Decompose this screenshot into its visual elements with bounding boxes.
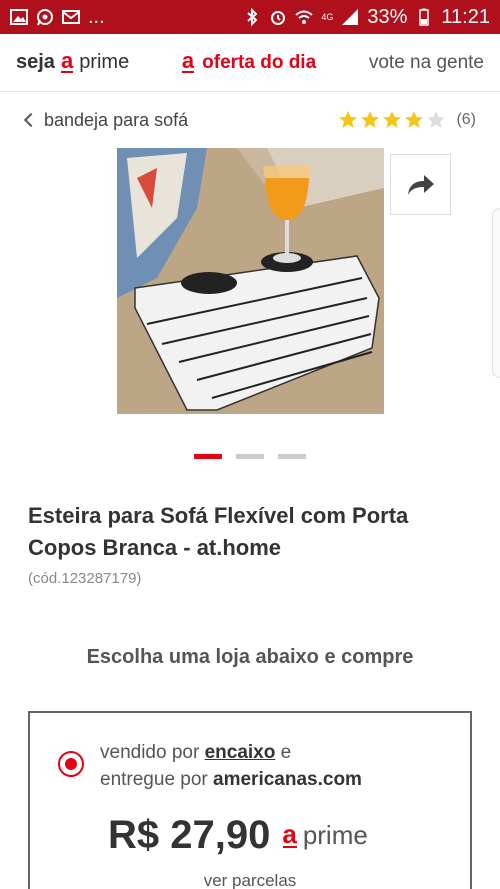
choose-store-heading: Escolha uma loja abaixo e compre (86, 646, 414, 668)
carousel-dot[interactable] (194, 454, 222, 459)
prime-badge: a prime (282, 820, 367, 851)
carousel-dot[interactable] (278, 454, 306, 459)
radio-selected-icon (65, 758, 77, 770)
nav-prime-link[interactable]: seja a prime (16, 48, 130, 74)
nav-prime-suffix: prime (79, 51, 130, 73)
nav-vote-link[interactable]: vote na gente (369, 52, 484, 74)
delivered-by-prefix: entregue por (100, 769, 208, 790)
carousel-dot[interactable] (236, 454, 264, 459)
wifi-icon (295, 10, 314, 24)
chevron-left-icon (23, 112, 39, 128)
sold-by-prefix: vendido por (100, 742, 200, 763)
top-nav: seja a prime a oferta do dia vote na gen… (0, 34, 500, 92)
status-bar: ... 4G 33% 11:21 (0, 0, 500, 34)
alarm-icon (271, 11, 286, 25)
breadcrumb[interactable]: bandeja para sofá (23, 109, 189, 131)
battery-icon (419, 8, 430, 26)
product-image[interactable] (117, 148, 384, 414)
breadcrumb-label: bandeja para sofá (44, 109, 189, 130)
star-icon (383, 111, 402, 128)
seller-offer-card[interactable]: vendido por encaixo e entregue por ameri… (28, 711, 472, 889)
mail-icon (62, 10, 80, 24)
nav-offer-label: oferta do dia (202, 51, 317, 73)
nav-offer-link[interactable]: a oferta do dia (181, 48, 317, 74)
status-right: 4G 33% 11:21 (243, 6, 490, 29)
product-title: Esteira para Sofá Flexível com Porta Cop… (28, 503, 409, 560)
price-row: R$ 27,90 a prime (108, 813, 368, 858)
star-icon (361, 111, 380, 128)
americanas-logo-icon: a (282, 819, 297, 849)
battery-percent: 33% (367, 5, 408, 28)
bluetooth-icon (247, 8, 258, 26)
clock: 11:21 (441, 5, 490, 28)
seller-info: vendido por encaixo e entregue por ameri… (100, 739, 362, 793)
star-empty-icon (427, 111, 446, 128)
seller-link[interactable]: encaixo (205, 742, 276, 763)
installments-link[interactable]: ver parcelas (30, 871, 470, 889)
side-drawer-handle[interactable] (492, 208, 500, 378)
americanas-logo-icon: a (60, 48, 74, 73)
carousel-indicators (194, 454, 306, 459)
nav-prime-prefix: seja (16, 51, 55, 73)
signal-icon (342, 9, 359, 25)
product-photo (117, 148, 384, 414)
delivered-by-line: entregue por americanas.com (100, 766, 362, 793)
product-code: (cód.123287179) (28, 570, 142, 587)
logo-letter: a (60, 48, 74, 73)
seller-radio[interactable] (58, 751, 84, 777)
breadcrumb-row: bandeja para sofá (6) (0, 100, 500, 140)
price: R$ 27,90 (108, 813, 271, 857)
star-icon (339, 111, 358, 128)
share-arrow-icon (407, 174, 434, 195)
logo-letter: a (181, 48, 195, 73)
logo-letter: a (282, 819, 297, 849)
rating[interactable]: (6) (338, 110, 476, 130)
deliverer-name: americanas.com (213, 769, 362, 790)
gallery-icon (10, 9, 28, 25)
sold-by-line: vendido por encaixo e (100, 739, 362, 766)
americanas-logo-icon: a (181, 48, 195, 73)
star-icon (405, 111, 424, 128)
whatsapp-icon (37, 9, 53, 26)
status-ellipsis: ... (88, 5, 105, 28)
sold-by-suffix: e (280, 742, 292, 763)
prime-label: prime (302, 820, 368, 850)
share-button[interactable] (390, 154, 451, 215)
network-label: 4G (321, 12, 334, 22)
status-left: ... (10, 6, 105, 29)
rating-count: (6) (456, 111, 476, 128)
